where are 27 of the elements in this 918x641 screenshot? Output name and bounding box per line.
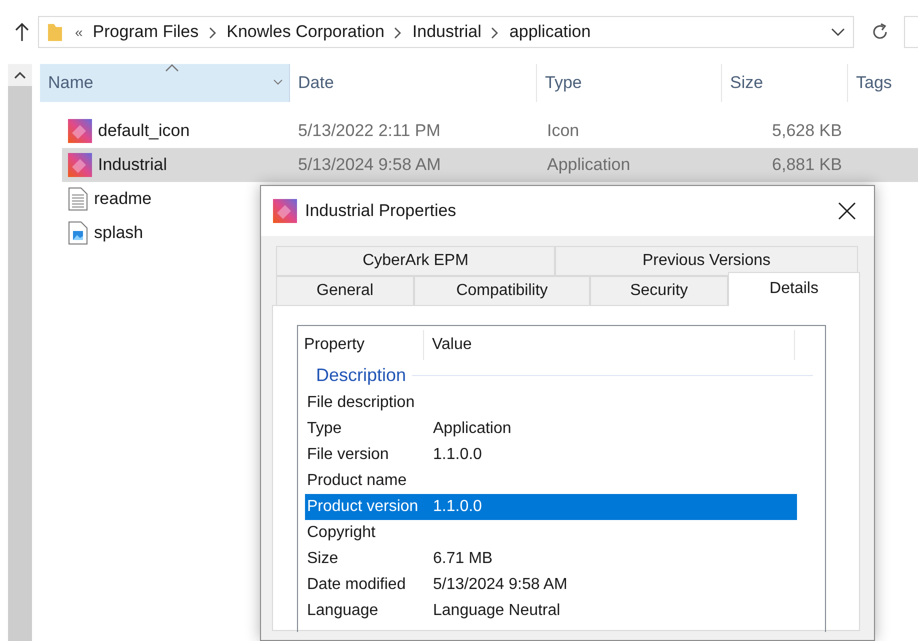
group-header: Description (316, 364, 406, 387)
property-name: File version (306, 445, 390, 465)
property-value: Application (432, 419, 512, 439)
file-date: 5/13/2022 2:11 PM (297, 120, 442, 142)
property-value: Language Neutral (432, 601, 560, 621)
file-name: readme (94, 188, 152, 210)
property-name: Date modified (306, 575, 407, 595)
property-name: Type (306, 419, 343, 439)
property-name: Language (306, 601, 380, 621)
file-date: 5/13/2024 9:58 AM (297, 154, 442, 176)
property-name: Product name (306, 471, 408, 491)
property-name: Copyright (306, 523, 376, 543)
property-value: 6.71 MB (432, 549, 493, 569)
file-size: 5,628 KB (771, 120, 842, 142)
file-name: Industrial (98, 154, 167, 176)
property-value: 1.1.0.0 (432, 445, 482, 465)
file-name: default_icon (98, 120, 190, 142)
file-name: splash (94, 222, 144, 244)
property-value: 5/13/2024 9:58 AM (432, 575, 568, 595)
property-value: 1.1.0.0 (432, 497, 482, 517)
property-name: Product version (306, 497, 420, 517)
property-name: File description (306, 393, 416, 413)
file-size: 6,881 KB (771, 154, 842, 176)
dialog-title: Industrial Properties (305, 200, 456, 222)
file-type: Icon (546, 120, 580, 142)
property-name: Size (306, 549, 340, 569)
file-type: Application (546, 154, 632, 176)
